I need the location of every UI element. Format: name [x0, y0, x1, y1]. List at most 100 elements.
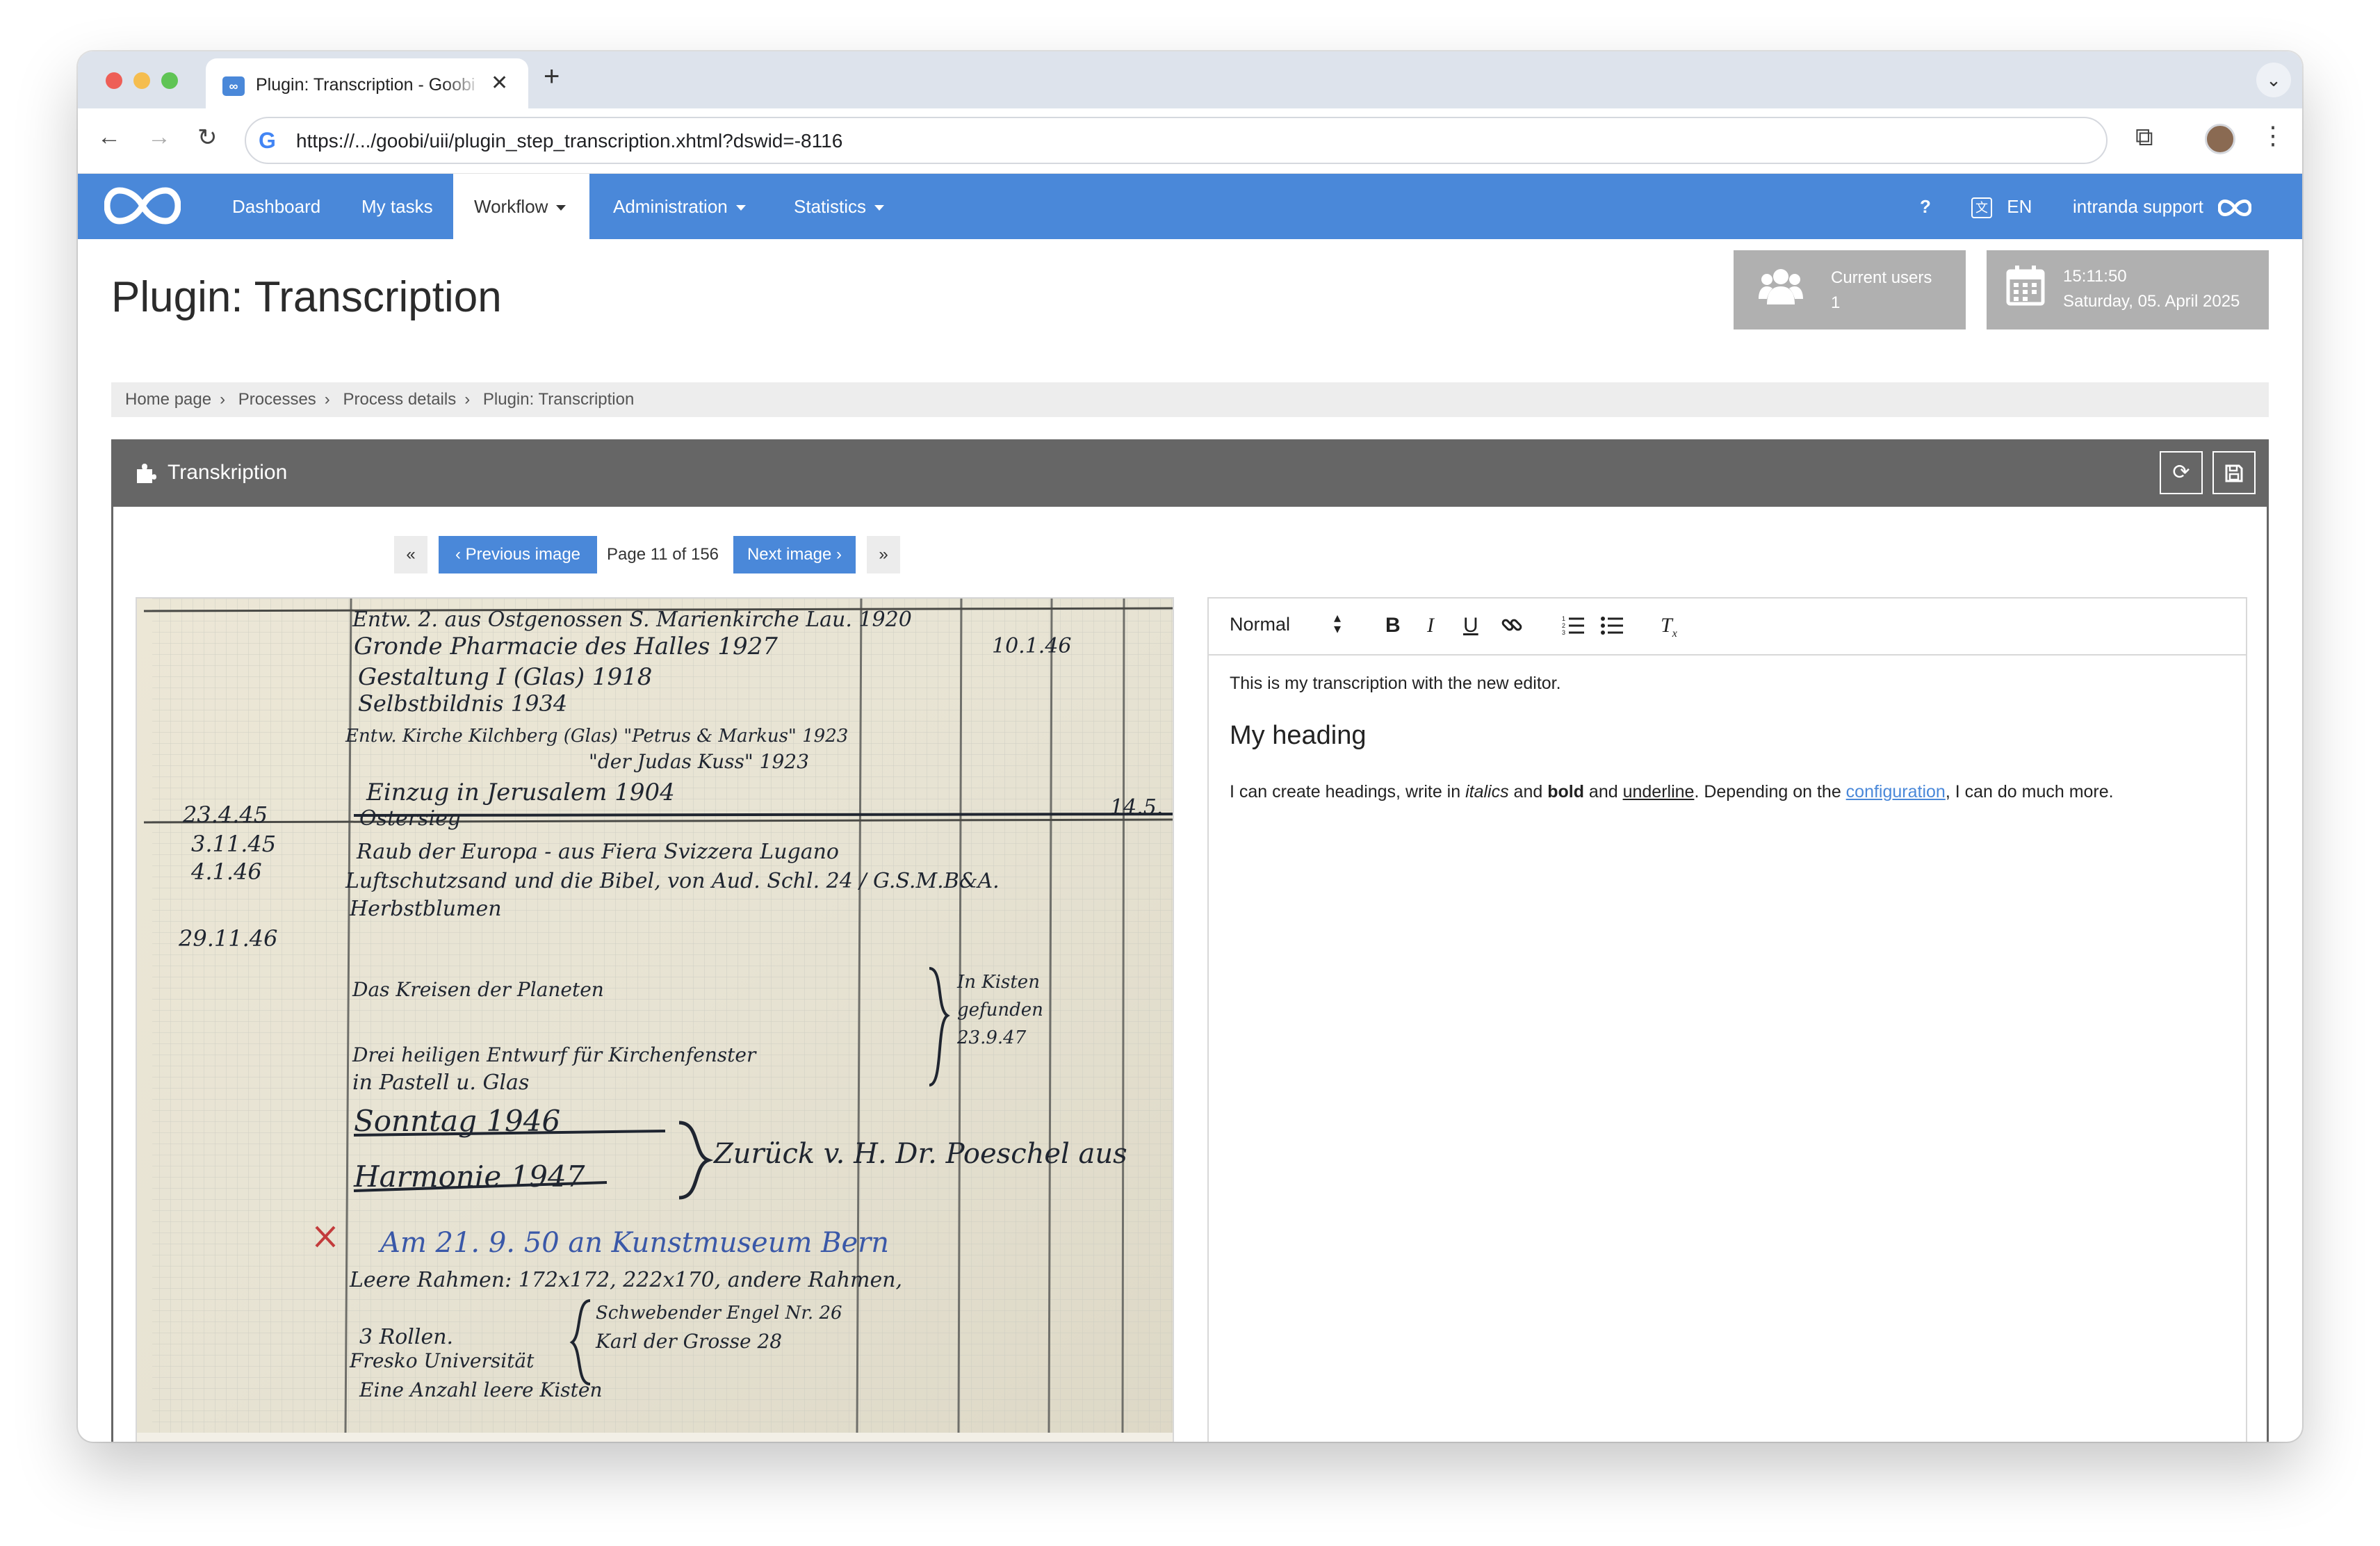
manuscript-date: 4.1.46	[190, 859, 262, 885]
url-text: https://.../goobi/uii/plugin_step_transc…	[296, 130, 843, 152]
breadcrumb-processes[interactable]: Processes	[238, 390, 316, 409]
nav-statistics-label: Statistics	[794, 196, 867, 217]
breadcrumb-home[interactable]: Home page	[125, 390, 211, 409]
manuscript-line: Ostersieg	[359, 806, 461, 831]
reload-button[interactable]: ⟳	[2160, 451, 2203, 494]
tab-search-button[interactable]: ⌄	[2256, 63, 2291, 97]
browser-menu-icon[interactable]: ⋮	[2260, 121, 2285, 150]
address-bar[interactable]: G https://.../goobi/uii/plugin_step_tran…	[245, 117, 2108, 164]
bullet-list-button[interactable]	[1601, 614, 1624, 642]
user-logo-icon	[2217, 200, 2252, 217]
nav-statistics[interactable]: Statistics	[794, 174, 885, 239]
goobi-favicon-icon: ∞	[222, 76, 245, 96]
previous-image-button[interactable]: ‹ Previous image	[439, 536, 597, 573]
nav-dashboard[interactable]: Dashboard	[232, 174, 320, 239]
format-label: Normal	[1230, 614, 1291, 635]
manuscript-line: Am 21. 9. 50 an Kunstmuseum Bern	[377, 1227, 889, 1259]
reload-button[interactable]: ↻	[197, 124, 218, 152]
goobi-logo-icon[interactable]	[104, 184, 181, 228]
puzzle-icon	[137, 464, 156, 483]
underline-button[interactable]: U	[1463, 614, 1478, 637]
editor-toolbar: Normal ▴ ▾ B I U 1 2 3 Tx	[1209, 599, 2246, 656]
google-icon: G	[259, 128, 276, 153]
maximize-window-button[interactable]	[161, 72, 178, 89]
manuscript-line: in Pastell u. Glas	[352, 1071, 529, 1095]
last-image-button[interactable]: »	[867, 536, 900, 573]
nav-administration-label: Administration	[613, 196, 728, 217]
manuscript-date: 23.4.45	[182, 802, 268, 828]
editor-heading: My heading	[1230, 721, 1367, 750]
save-button[interactable]	[2212, 451, 2256, 494]
manuscript-line: Gronde Pharmacie des Halles 1927	[354, 633, 778, 660]
box-header: Transkription ⟳	[113, 441, 2267, 507]
nav-workflow[interactable]: Workflow	[453, 174, 589, 239]
manuscript-line: 3 Rollen.	[359, 1325, 453, 1349]
chevron-down-icon	[735, 205, 746, 211]
close-tab-icon[interactable]: ✕	[491, 71, 508, 95]
manuscript-date: 29.11.46	[178, 925, 278, 952]
forward-button[interactable]: →	[147, 124, 171, 151]
users-icon	[1759, 269, 1803, 304]
p2-text-d: . Depending on the	[1694, 782, 1846, 802]
manuscript-image[interactable]: Entw. 2. aus Ostgenossen S. Marienkirche…	[136, 597, 1174, 1442]
svg-text:1: 1	[1562, 615, 1565, 622]
extensions-icon[interactable]: ⧉	[2135, 122, 2153, 152]
configuration-link[interactable]: configuration	[1846, 782, 1946, 802]
main-navigation: Dashboard My tasks Workflow Administrati…	[78, 174, 2302, 239]
next-image-button[interactable]: Next image ›	[733, 536, 856, 573]
user-name: intranda support	[2073, 196, 2203, 217]
manuscript-line: Raub der Europa - aus Fiera Svizzera Lug…	[356, 840, 839, 864]
language-label: EN	[2007, 196, 2032, 217]
transcription-box: Transkription ⟳ « ‹ Previous image Page …	[111, 439, 2269, 1442]
format-select[interactable]: Normal ▴ ▾	[1230, 611, 1355, 636]
p2-italic: italics	[1465, 782, 1509, 802]
back-button[interactable]: ←	[97, 124, 121, 151]
manuscript-line: Das Kreisen der Planeten	[352, 978, 604, 1001]
user-menu[interactable]: intranda support	[2073, 174, 2252, 239]
link-button[interactable]	[1501, 614, 1523, 642]
manuscript-line: Herbstblumen	[349, 897, 502, 921]
tab-strip: ∞ Plugin: Transcription - Goobi workflow…	[78, 51, 2302, 108]
link-icon	[1501, 619, 1522, 631]
current-users-label: Current users	[1831, 268, 1932, 287]
manuscript-line: Eine Anzahl leere Kisten	[359, 1378, 603, 1401]
calendar-icon	[2006, 266, 2045, 306]
nav-administration[interactable]: Administration	[613, 174, 746, 239]
browser-window: ∞ Plugin: Transcription - Goobi workflow…	[78, 51, 2302, 1442]
p2-text-e: , I can do much more.	[1945, 782, 2114, 802]
manuscript-line: Fresko Universität	[349, 1349, 535, 1372]
manuscript-line: Karl der Grosse 28	[595, 1330, 782, 1353]
manuscript-side-date: 14.5.	[1110, 795, 1163, 820]
breadcrumb-process-details[interactable]: Process details	[343, 390, 456, 409]
bullet-list-icon	[1601, 617, 1623, 635]
box-title: Transkription	[168, 461, 288, 484]
language-switcher[interactable]: 文 EN	[1971, 174, 2032, 239]
browser-tab[interactable]: ∞ Plugin: Transcription - Goobi workflow…	[206, 58, 528, 108]
current-users-count: 1	[1831, 293, 1841, 312]
nav-my-tasks[interactable]: My tasks	[361, 174, 433, 239]
manuscript-line: Entw. 2. aus Ostgenossen S. Marienkirche…	[352, 608, 912, 632]
profile-avatar[interactable]	[2205, 124, 2235, 154]
first-image-button[interactable]: «	[394, 536, 427, 573]
svg-text:2: 2	[1562, 622, 1565, 629]
ordered-list-button[interactable]: 1 2 3	[1562, 614, 1586, 642]
close-window-button[interactable]	[106, 72, 122, 89]
bold-button[interactable]: B	[1385, 614, 1401, 637]
manuscript-line: Drei heiligen Entwurf für Kirchenfenster	[352, 1043, 757, 1066]
save-icon	[2225, 464, 2243, 482]
new-tab-button[interactable]: +	[544, 61, 560, 92]
editor-paragraph-2: I can create headings, write in italics …	[1230, 782, 2114, 802]
clock-time: 15:11:50	[2063, 267, 2127, 286]
p2-underline: underline	[1622, 782, 1695, 802]
manuscript-line: Gestaltung I (Glas) 1918	[358, 663, 652, 691]
italic-button[interactable]: I	[1427, 614, 1434, 637]
minimize-window-button[interactable]	[133, 72, 150, 89]
help-button[interactable]: ?	[1920, 174, 1931, 239]
ordered-list-icon: 1 2 3	[1562, 615, 1584, 636]
transcription-editor[interactable]: Normal ▴ ▾ B I U 1 2 3 Tx This is my tra…	[1207, 597, 2247, 1442]
manuscript-line: Leere Rahmen: 172x172, 222x170, andere R…	[349, 1268, 902, 1292]
clear-format-icon: Tx	[1661, 614, 1677, 640]
p2-text-c: and	[1583, 782, 1623, 802]
clear-format-button[interactable]: Tx	[1661, 614, 1677, 640]
current-users-box[interactable]: Current users 1	[1734, 250, 1966, 329]
